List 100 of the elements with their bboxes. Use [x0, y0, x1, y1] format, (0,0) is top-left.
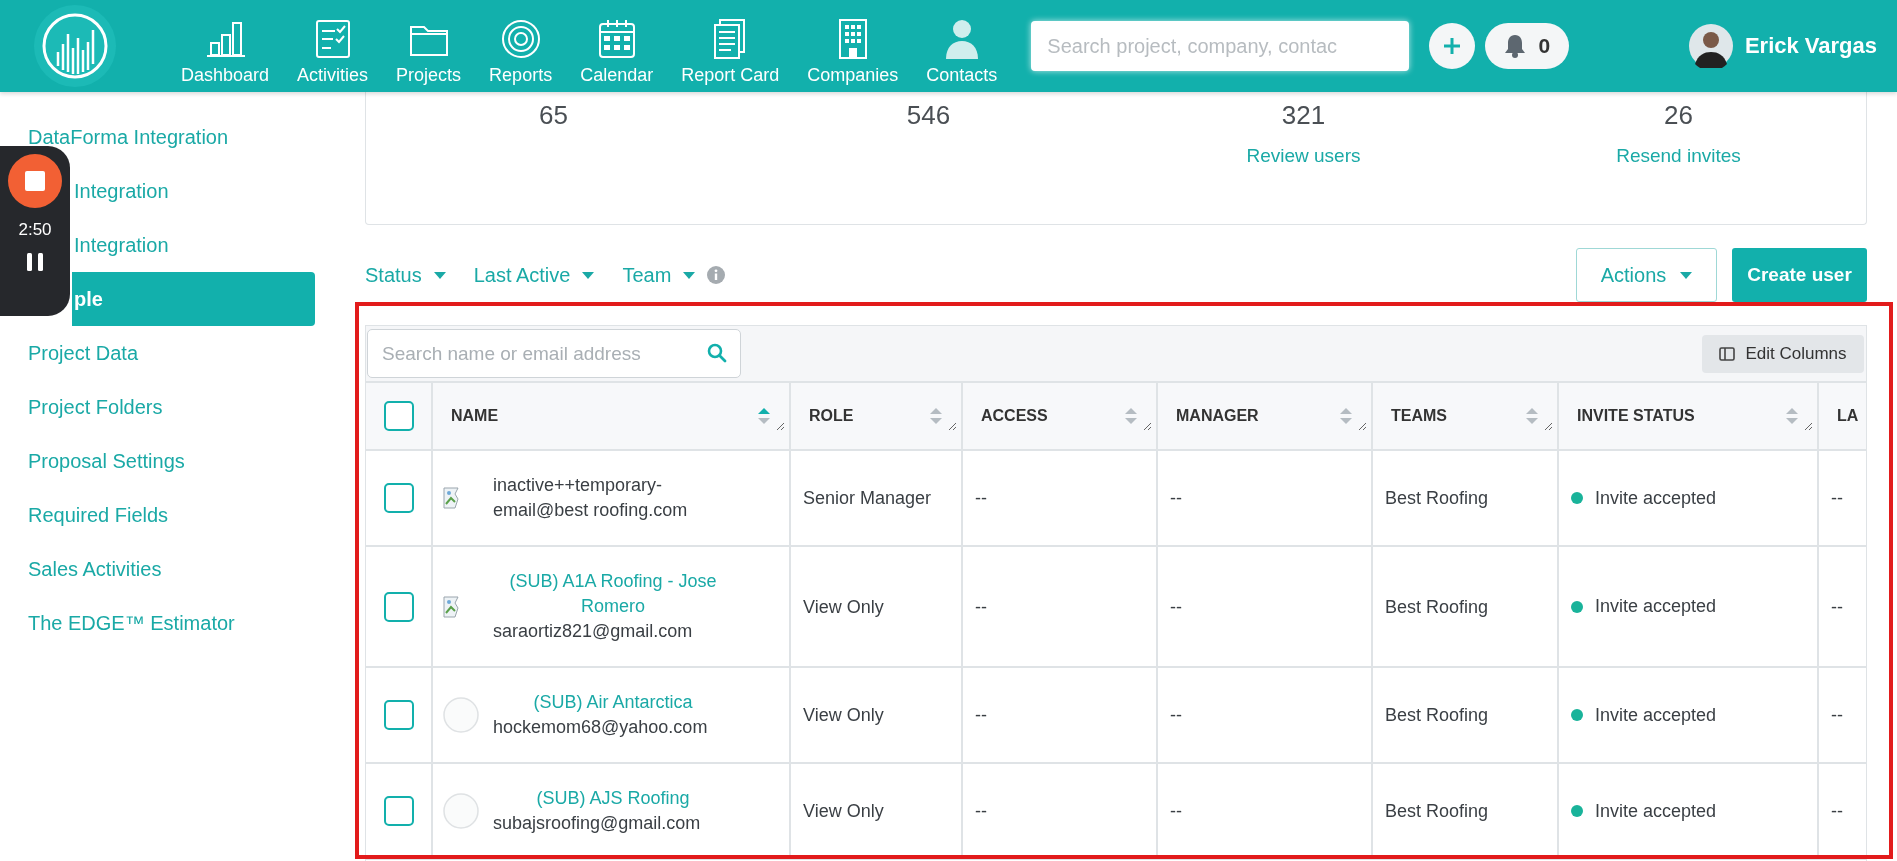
recording-time: 2:50 — [18, 220, 52, 240]
user-email: inactive++temporary-email@best roofing.com — [493, 474, 689, 522]
nav-item[interactable]: Calendar — [566, 16, 668, 86]
sort-icon[interactable] — [930, 408, 942, 424]
table-cell: Best Roofing — [1373, 547, 1559, 666]
nav-item[interactable]: Report Card — [667, 16, 794, 86]
columns-icon — [1719, 346, 1736, 361]
avatar[interactable] — [1688, 24, 1733, 68]
sidebar-item[interactable]: DataForma Integration — [0, 110, 315, 164]
sort-icon[interactable] — [1125, 408, 1137, 424]
sidebar-item[interactable]: Project Data — [0, 326, 315, 380]
table-cell: Senior Manager — [791, 451, 963, 545]
sidebar-item[interactable]: Project Folders — [0, 380, 315, 434]
sidebar-item[interactable]: Sales Activities — [0, 542, 315, 596]
user-name-link[interactable]: (SUB) AJS Roofing — [493, 786, 733, 811]
resize-handle-icon[interactable] — [1358, 422, 1367, 431]
sort-icon[interactable] — [1526, 408, 1538, 424]
column-header[interactable]: ROLE — [809, 407, 924, 425]
stat-link[interactable]: Review users — [1246, 145, 1361, 167]
nav-item[interactable]: Companies — [793, 16, 913, 86]
stat-value: 546 — [906, 100, 951, 131]
sort-icon[interactable] — [758, 408, 770, 424]
pause-button[interactable] — [26, 252, 44, 272]
checkbox[interactable] — [383, 591, 414, 622]
logo-icon — [33, 4, 117, 88]
checkbox[interactable] — [383, 796, 414, 826]
nav-item[interactable]: Contacts — [912, 16, 1012, 86]
stat-value: 26 — [1664, 100, 1693, 131]
table-cell: View Only — [791, 668, 963, 762]
table-cell: -- — [1819, 668, 1866, 762]
table-cell: View Only — [791, 764, 963, 858]
table-cell: -- — [1819, 451, 1866, 545]
column-header[interactable]: NAME — [451, 407, 752, 425]
nav-item[interactable]: Projects — [382, 16, 476, 86]
checkbox[interactable] — [383, 483, 414, 513]
column-header[interactable]: LA — [1837, 407, 1866, 425]
sidebar-item[interactable]: Proposal Settings — [0, 434, 315, 488]
stop-button[interactable] — [8, 154, 62, 208]
invite-status: Invite accepted — [1595, 596, 1717, 617]
table-cell: -- — [1158, 451, 1373, 545]
sidebar-item[interactable]: ple — [72, 272, 315, 326]
table-cell: -- — [963, 764, 1158, 858]
table-cell: View Only — [791, 547, 963, 666]
stat-value: 321 — [1281, 100, 1326, 131]
table-cell: -- — [1158, 668, 1373, 762]
table-cell: Best Roofing — [1373, 764, 1559, 858]
edit-columns-button[interactable]: Edit Columns — [1702, 334, 1864, 373]
user-name-link[interactable]: (SUB) A1A Roofing - Jose Romero — [493, 569, 733, 619]
table-cell: -- — [1158, 547, 1373, 666]
table-cell: -- — [963, 547, 1158, 666]
stat-link[interactable]: Resend invites — [1616, 145, 1741, 167]
nav-item[interactable]: Reports — [475, 16, 567, 86]
table-cell: -- — [1819, 547, 1866, 666]
filter-dropdown[interactable]: Last Active — [473, 263, 623, 287]
sort-icon[interactable] — [1340, 408, 1352, 424]
column-header[interactable]: MANAGER — [1176, 407, 1334, 425]
caret-icon — [1680, 271, 1693, 279]
table-cell: Best Roofing — [1373, 451, 1559, 545]
bell-icon — [1504, 34, 1527, 58]
sidebar-item[interactable]: Integration — [72, 218, 315, 272]
plus-icon — [1443, 37, 1462, 55]
table-cell: -- — [1158, 764, 1373, 858]
status-dot — [1571, 709, 1583, 721]
status-dot — [1571, 492, 1583, 504]
nav-item[interactable]: Activities — [283, 16, 383, 86]
status-dot — [1571, 600, 1583, 613]
column-header[interactable]: ACCESS — [981, 407, 1119, 425]
table-cell: -- — [963, 451, 1158, 545]
filter-dropdown[interactable]: Status — [365, 263, 474, 287]
column-header[interactable]: INVITE STATUS — [1577, 407, 1780, 425]
invite-status: Invite accepted — [1595, 487, 1717, 509]
user-email: saraortiz821@gmail.com — [493, 620, 694, 643]
caret-icon — [582, 271, 595, 279]
sidebar-item[interactable]: Required Fields — [0, 488, 315, 542]
invite-status: Invite accepted — [1595, 800, 1717, 822]
add-button[interactable] — [1429, 23, 1476, 69]
invite-status: Invite accepted — [1595, 704, 1717, 726]
checkbox[interactable] — [383, 401, 414, 431]
user-name-link[interactable]: (SUB) Air Antarctica — [493, 690, 733, 715]
caret-icon — [683, 271, 696, 279]
create-user-button[interactable]: Create user — [1732, 248, 1867, 302]
actions-dropdown[interactable]: Actions — [1576, 248, 1717, 302]
sidebar-item[interactable]: Integration — [72, 164, 315, 218]
nav-item[interactable]: Dashboard — [167, 16, 284, 86]
checkbox[interactable] — [383, 700, 414, 730]
caret-icon — [433, 271, 446, 279]
resize-handle-icon[interactable] — [1804, 422, 1813, 431]
sidebar-item[interactable]: The EDGE™ Estimator — [0, 596, 315, 650]
column-header[interactable]: TEAMS — [1391, 407, 1520, 425]
resize-handle-icon[interactable] — [776, 422, 785, 431]
resize-handle-icon[interactable] — [1143, 422, 1152, 431]
table-cell: Best Roofing — [1373, 668, 1559, 762]
user-name[interactable]: Erick Vargas — [1744, 33, 1877, 59]
resize-handle-icon[interactable] — [948, 422, 957, 431]
table-cell: -- — [1819, 764, 1866, 858]
resize-handle-icon[interactable] — [1544, 422, 1553, 431]
search-field[interactable]: Search project, company, contac — [1031, 21, 1410, 71]
notifications-button[interactable]: 0 — [1485, 23, 1570, 69]
search-field[interactable]: Search name or email address — [367, 329, 741, 378]
sort-icon[interactable] — [1786, 408, 1798, 424]
